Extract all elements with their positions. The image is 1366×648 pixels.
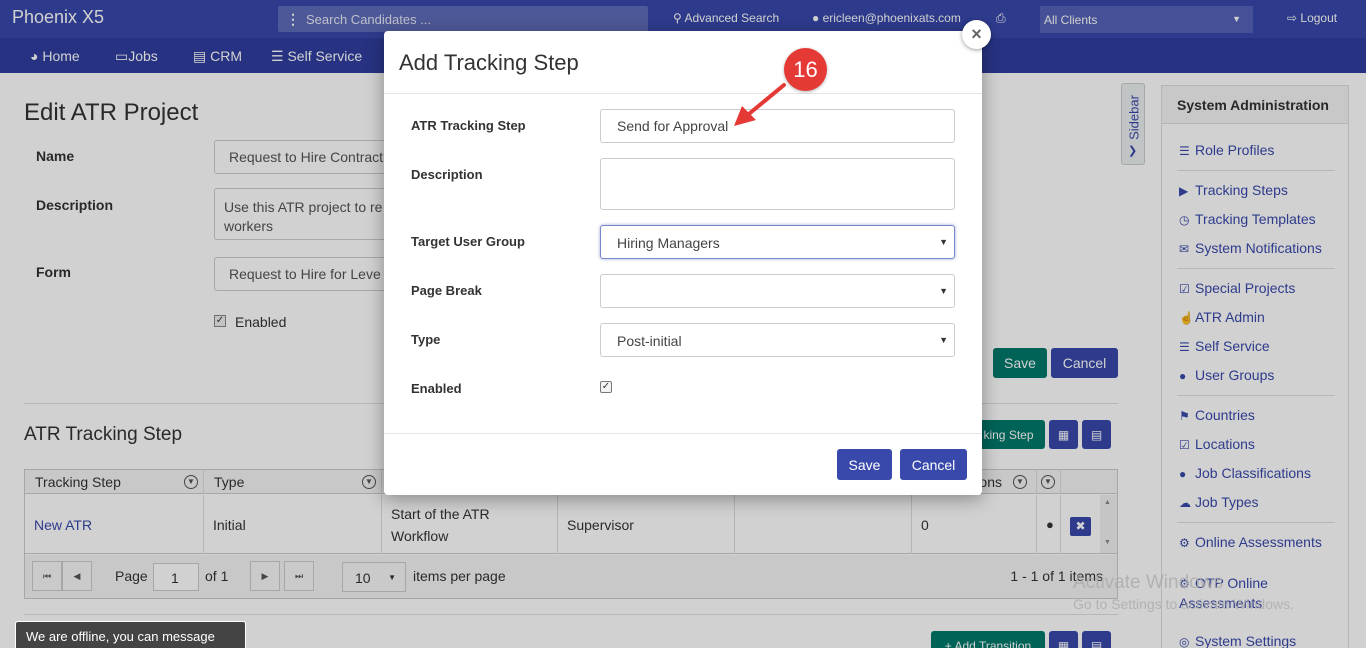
close-icon[interactable]: × (962, 20, 991, 49)
description-label: Description (411, 167, 483, 182)
description-textarea[interactable] (600, 158, 955, 210)
target-user-group-select[interactable]: Hiring Managers ▼ (600, 225, 955, 259)
divider (384, 93, 982, 94)
cancel-button[interactable]: Cancel (900, 449, 967, 480)
type-select[interactable]: Post-initial ▼ (600, 323, 955, 357)
chevron-down-icon: ▼ (939, 286, 948, 296)
annotation-arrow-icon (734, 83, 786, 126)
add-tracking-step-dialog: Add Tracking Step ATR Tracking Step Desc… (384, 31, 982, 495)
enabled-label: Enabled (411, 381, 462, 396)
tracking-step-label: ATR Tracking Step (411, 118, 526, 133)
page-break-select[interactable]: ▼ (600, 274, 955, 308)
type-label: Type (411, 332, 441, 347)
target-user-group-label: Target User Group (411, 234, 525, 249)
activation-watermark: Activate Windows (1073, 572, 1223, 593)
page-break-label: Page Break (411, 283, 482, 298)
dialog-title: Add Tracking Step (399, 50, 579, 75)
step-number-badge: 16 (784, 48, 827, 91)
save-button[interactable]: Save (837, 449, 892, 480)
enabled-checkbox[interactable]: ✓ (600, 381, 612, 393)
chevron-down-icon: ▼ (939, 237, 948, 247)
chevron-down-icon: ▼ (939, 335, 948, 345)
activation-watermark-sub: Go to Settings to activate Windows. (1073, 596, 1294, 612)
divider (384, 433, 982, 434)
offline-chat-banner[interactable]: We are offline, you can message us. (15, 621, 246, 648)
